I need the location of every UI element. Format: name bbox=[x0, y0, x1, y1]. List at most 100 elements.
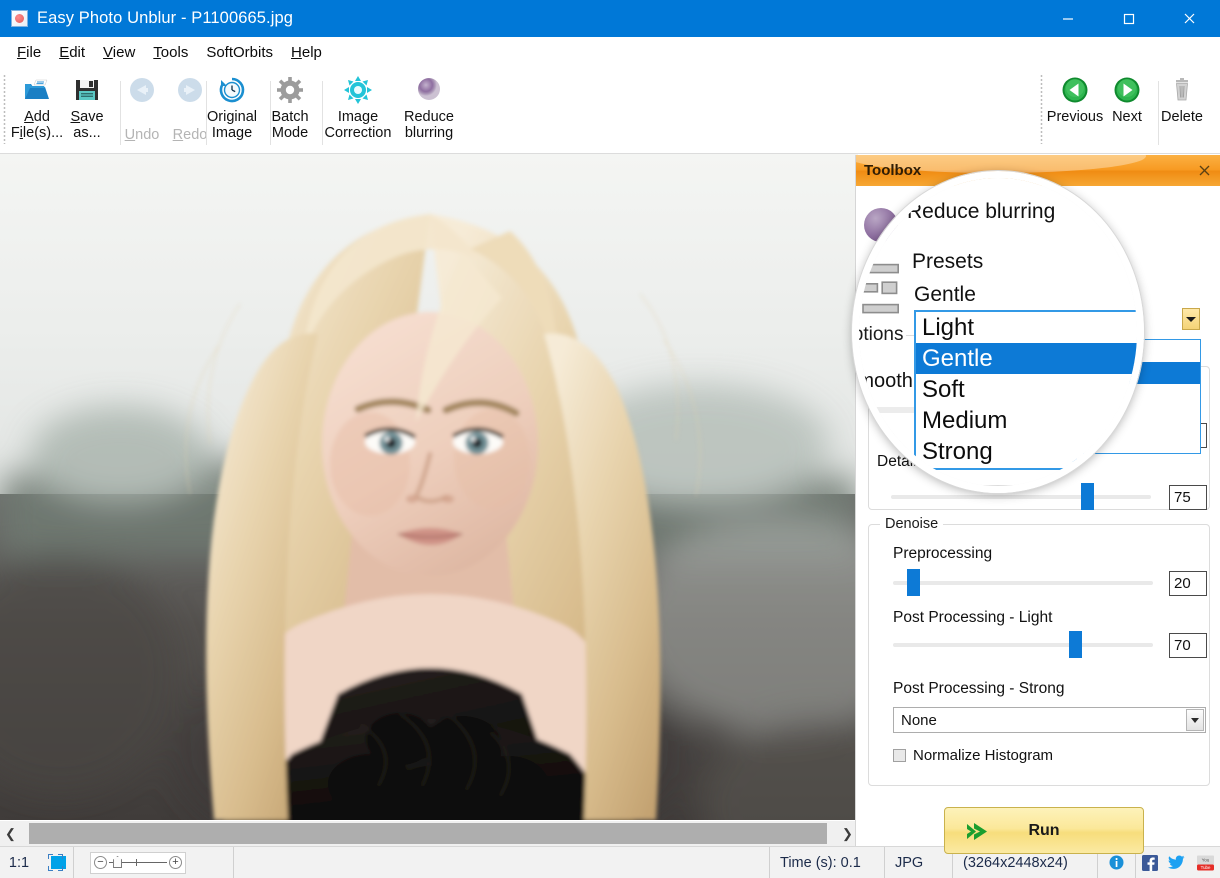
image-correction-button[interactable]: ImageCorrection bbox=[318, 69, 398, 151]
scroll-track[interactable] bbox=[21, 821, 837, 846]
open-folder-icon bbox=[22, 75, 52, 105]
add-files-button[interactable]: AddFile(s)... bbox=[12, 69, 62, 151]
preprocessing-slider-handle[interactable] bbox=[907, 569, 920, 596]
info-icon bbox=[1109, 855, 1124, 870]
image-correction-label: ImageCorrection bbox=[325, 109, 392, 141]
horizontal-scrollbar[interactable]: ❮ ❯ bbox=[0, 821, 858, 846]
svg-text:You: You bbox=[1201, 857, 1209, 862]
reduce-blurring-button[interactable]: Reduceblurring bbox=[396, 69, 462, 151]
presets-dropdown-list[interactable]: Light Gentle Soft Medium Strong bbox=[920, 339, 1201, 454]
menu-item-edit[interactable]: Edit bbox=[50, 41, 94, 64]
toolbox-panel: Toolbox Reduce blurring bbox=[855, 155, 1220, 846]
preprocessing-value-input[interactable]: 20 bbox=[1169, 571, 1207, 596]
batch-mode-button[interactable]: BatchMode bbox=[266, 69, 314, 151]
dropdown-option-strong[interactable]: Strong bbox=[921, 428, 1200, 450]
green-left-arrow-icon bbox=[1060, 75, 1090, 105]
toolbar-grip bbox=[3, 74, 6, 144]
delete-button[interactable]: Delete bbox=[1156, 69, 1208, 151]
previous-label: Previous bbox=[1047, 109, 1103, 125]
next-label: Next bbox=[1112, 109, 1142, 125]
zoom-slider-cell[interactable]: − + bbox=[74, 847, 234, 878]
scroll-thumb[interactable] bbox=[29, 823, 827, 844]
app-icon bbox=[11, 10, 28, 27]
menu-item-file[interactable]: File bbox=[8, 41, 50, 64]
normalize-histogram-checkbox-row[interactable]: Normalize Histogram bbox=[893, 747, 1053, 764]
next-button[interactable]: Next bbox=[1104, 69, 1150, 151]
sliders-icon bbox=[866, 290, 904, 330]
original-image-label: OriginalImage bbox=[207, 109, 257, 141]
menu-item-tools[interactable]: Tools bbox=[144, 41, 197, 64]
save-as-button[interactable]: Saveas... bbox=[64, 69, 110, 151]
toolbox-close-button[interactable] bbox=[1191, 158, 1217, 183]
post-light-slider-handle[interactable] bbox=[1069, 631, 1082, 658]
youtube-button[interactable]: YouTube bbox=[1190, 847, 1220, 878]
undo-arrow-icon bbox=[127, 75, 157, 105]
detail-slider[interactable] bbox=[891, 495, 1151, 499]
dropdown-option-gentle[interactable]: Gentle bbox=[921, 362, 1200, 384]
previous-button[interactable]: Previous bbox=[1046, 69, 1104, 151]
dropdown-option-light[interactable]: Light bbox=[921, 340, 1200, 362]
redo-arrow-icon bbox=[175, 75, 205, 105]
menu-item-help[interactable]: Help bbox=[282, 41, 331, 64]
minimize-button[interactable] bbox=[1037, 0, 1098, 37]
purple-blur-icon bbox=[864, 208, 898, 242]
chevron-down-icon bbox=[1191, 718, 1199, 723]
trash-icon bbox=[1167, 75, 1197, 105]
menu-bar: File Edit View Tools SoftOrbits Help bbox=[0, 37, 1220, 67]
post-strong-value: None bbox=[901, 712, 937, 729]
status-spacer bbox=[234, 847, 769, 878]
post-strong-dropdown-button[interactable] bbox=[1186, 709, 1204, 731]
photo-image bbox=[0, 154, 858, 820]
zoom-ratio-label: 1:1 bbox=[0, 847, 38, 878]
scroll-left-icon[interactable]: ❮ bbox=[0, 821, 21, 846]
presets-dropdown-button[interactable] bbox=[1182, 308, 1200, 330]
zoom-slider-handle[interactable] bbox=[113, 856, 122, 868]
zoom-slider[interactable]: − + bbox=[90, 852, 186, 874]
zoom-slider-track[interactable] bbox=[109, 862, 167, 863]
close-button[interactable] bbox=[1159, 0, 1220, 37]
denoise-group-label: Denoise bbox=[880, 516, 943, 532]
image-canvas[interactable] bbox=[0, 154, 858, 820]
facebook-icon bbox=[1142, 855, 1158, 871]
zoom-in-icon[interactable]: + bbox=[169, 856, 182, 869]
nav-grip bbox=[1040, 74, 1043, 144]
undo-button[interactable]: Undo bbox=[118, 69, 166, 151]
run-button[interactable]: Run bbox=[944, 807, 1144, 854]
maximize-button[interactable] bbox=[1098, 0, 1159, 37]
clock-history-icon bbox=[217, 75, 247, 105]
post-strong-select[interactable]: None bbox=[893, 707, 1206, 733]
toolbox-title-bar[interactable]: Toolbox bbox=[856, 155, 1220, 186]
preprocessing-slider[interactable] bbox=[893, 581, 1153, 585]
fit-to-window-icon bbox=[48, 854, 63, 871]
denoise-group: Denoise Preprocessing 20 Post Processing… bbox=[868, 524, 1210, 786]
green-right-arrow-icon bbox=[1112, 75, 1142, 105]
menu-item-softorbits[interactable]: SoftOrbits bbox=[197, 41, 282, 64]
detail-slider-handle[interactable] bbox=[1081, 483, 1094, 510]
post-light-slider[interactable] bbox=[893, 643, 1153, 647]
twitter-button[interactable] bbox=[1163, 847, 1190, 878]
menu-item-view[interactable]: View bbox=[94, 41, 144, 64]
title-bar: Easy Photo Unblur - P1100665.jpg bbox=[0, 0, 1220, 37]
run-label: Run bbox=[1028, 822, 1059, 840]
zoom-tick bbox=[136, 859, 137, 866]
fit-to-window-button[interactable] bbox=[38, 847, 74, 878]
post-light-value-input[interactable]: 70 bbox=[1169, 633, 1207, 658]
original-image-button[interactable]: OriginalImage bbox=[202, 69, 262, 151]
toolbox-body: Reduce blurring Presets Gentle Lig bbox=[856, 186, 1220, 846]
dropdown-option-soft[interactable]: Soft bbox=[921, 384, 1200, 406]
preprocessing-label: Preprocessing bbox=[893, 545, 992, 563]
post-light-label: Post Processing - Light bbox=[893, 609, 1052, 627]
normalize-histogram-checkbox[interactable] bbox=[893, 749, 906, 762]
zoom-out-icon[interactable]: − bbox=[94, 856, 107, 869]
chevron-down-icon bbox=[1186, 317, 1196, 322]
processing-time: Time (s): 0.1 bbox=[769, 847, 885, 878]
gear-icon bbox=[275, 75, 305, 105]
toolbox-mode-row: Reduce blurring bbox=[864, 208, 1032, 242]
presets-selected-value: Gentle bbox=[919, 316, 966, 334]
dropdown-option-medium[interactable]: Medium bbox=[921, 406, 1200, 428]
green-double-arrow-icon bbox=[965, 821, 991, 842]
detail-value-input[interactable]: 75 bbox=[1169, 485, 1207, 510]
file-format: JPG bbox=[885, 847, 953, 878]
presets-label: Presets bbox=[918, 279, 972, 297]
normalize-histogram-label: Normalize Histogram bbox=[913, 747, 1053, 764]
